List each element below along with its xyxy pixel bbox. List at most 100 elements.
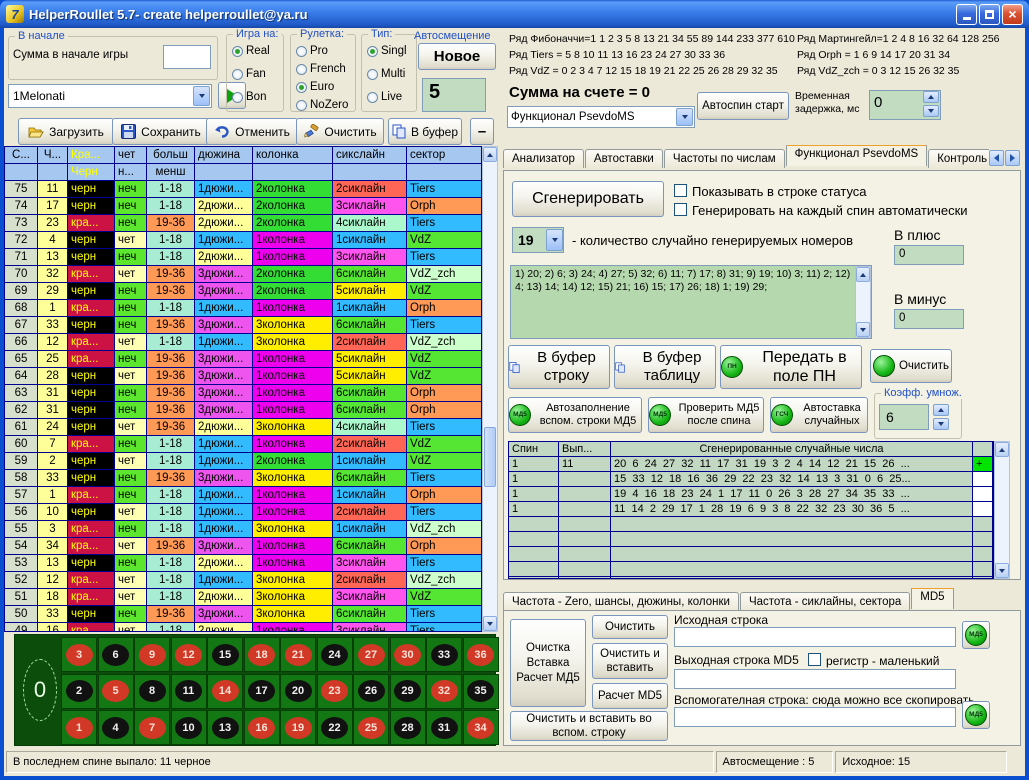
check-md5-button[interactable]: МД5 Проверить МД5 после спина bbox=[648, 397, 764, 433]
generated-numbers-textarea[interactable]: 1) 20; 2) 6; 3) 24; 4) 27; 5) 32; 6) 11;… bbox=[510, 265, 872, 339]
main-tab-2[interactable]: Частоты по числам bbox=[664, 149, 785, 168]
history-row[interactable]: 5212кра...чет1-181дюжи...3колонка2сиклай… bbox=[5, 572, 481, 589]
history-row[interactable]: 5033черннеч19-363дюжи...3колонка6сиклайн… bbox=[5, 606, 481, 623]
radio-option-fan[interactable]: Fan bbox=[232, 68, 266, 80]
history-row[interactable]: 592чернчет1-181дюжи...2колонка1сиклайнVd… bbox=[5, 453, 481, 470]
spins-row[interactable]: 115 33 12 18 16 36 29 22 23 32 14 13 3 3… bbox=[509, 472, 993, 487]
load-button[interactable]: Загрузить bbox=[18, 118, 114, 145]
generate-button[interactable]: Сгенерировать bbox=[512, 181, 664, 217]
scroll-up-button[interactable] bbox=[995, 442, 1009, 457]
scroll-down-button[interactable] bbox=[483, 616, 497, 631]
board-number-16[interactable]: 16 bbox=[244, 710, 280, 745]
history-row[interactable]: 7417черннеч1-182дюжи...2колонка3сиклайнO… bbox=[5, 198, 481, 215]
board-zero[interactable]: 0 bbox=[23, 659, 57, 721]
board-number-10[interactable]: 10 bbox=[171, 710, 207, 745]
spins-row[interactable] bbox=[509, 577, 993, 579]
board-number-31[interactable]: 31 bbox=[426, 710, 462, 745]
history-row[interactable]: 5833черннеч19-363дюжи...3колонка6сиклайн… bbox=[5, 470, 481, 487]
board-number-14[interactable]: 14 bbox=[207, 674, 243, 709]
board-number-27[interactable]: 27 bbox=[353, 637, 389, 672]
board-number-3[interactable]: 3 bbox=[61, 637, 97, 672]
radio-option-live[interactable]: Live bbox=[367, 91, 402, 103]
board-number-30[interactable]: 30 bbox=[390, 637, 426, 672]
board-number-1[interactable]: 1 bbox=[61, 710, 97, 745]
board-number-25[interactable]: 25 bbox=[353, 710, 389, 745]
autofill-md5-button[interactable]: МД5 Автозаполнение вспом. строки МД5 bbox=[508, 397, 642, 433]
history-row[interactable]: 7113черннеч1-182дюжи...1колонка3сиклайнT… bbox=[5, 249, 481, 266]
md5-clear-paste-aux-button[interactable]: Очистить и вставить во вспом. строку bbox=[510, 711, 668, 741]
undo-button[interactable]: Отменить bbox=[206, 118, 298, 145]
preset-dropdown-button[interactable] bbox=[193, 86, 210, 106]
md5-run-source-button[interactable]: МД5 bbox=[962, 621, 990, 649]
scrollbar-thumb[interactable] bbox=[484, 427, 496, 487]
multiplier-down-button[interactable] bbox=[933, 418, 949, 430]
multiplier-value[interactable]: 6 bbox=[879, 404, 929, 430]
history-row[interactable]: 6525кра...неч19-363дюжи...1колонка5сикла… bbox=[5, 351, 481, 368]
board-number-9[interactable]: 9 bbox=[134, 637, 170, 672]
board-number-19[interactable]: 19 bbox=[280, 710, 316, 745]
minimize-button[interactable] bbox=[956, 4, 977, 25]
history-row[interactable]: 4916кра...чет1-182дюжи...1колонка3сиклай… bbox=[5, 623, 481, 632]
scroll-down-button[interactable] bbox=[995, 563, 1009, 578]
board-number-32[interactable]: 32 bbox=[426, 674, 462, 709]
history-row[interactable]: 681кра...неч1-181дюжи...1колонка1сиклайн… bbox=[5, 300, 481, 317]
freq-tab-2[interactable]: MD5 bbox=[911, 588, 953, 609]
send-to-pn-button[interactable]: ПН Передать в поле ПН bbox=[720, 345, 862, 389]
history-row[interactable]: 724чернчет1-181дюжи...1колонка1сиклайнVd… bbox=[5, 232, 481, 249]
radio-option-multi[interactable]: Multi bbox=[367, 68, 405, 80]
spins-row[interactable] bbox=[509, 547, 993, 562]
history-scrollbar[interactable] bbox=[482, 146, 498, 632]
board-number-23[interactable]: 23 bbox=[317, 674, 353, 709]
board-number-22[interactable]: 22 bbox=[317, 710, 353, 745]
board-number-11[interactable]: 11 bbox=[171, 674, 207, 709]
history-row[interactable]: 6929черннеч19-363дюжи...2колонка5сиклайн… bbox=[5, 283, 481, 300]
board-number-34[interactable]: 34 bbox=[463, 710, 499, 745]
start-sum-input[interactable] bbox=[163, 45, 211, 69]
main-tab-0[interactable]: Анализатор bbox=[503, 149, 584, 168]
autospin-start-button[interactable]: Автоспин старт bbox=[697, 92, 789, 120]
lowercase-checkbox[interactable] bbox=[808, 653, 821, 666]
history-row[interactable]: 5118кра...чет1-182дюжи...3колонка3сиклай… bbox=[5, 589, 481, 606]
copy-buffer-button[interactable]: В буфер bbox=[388, 118, 462, 145]
main-tab-3[interactable]: Функционал PsevdoMS bbox=[786, 145, 928, 166]
board-number-4[interactable]: 4 bbox=[98, 710, 134, 745]
freq-tab-0[interactable]: Частота - Zero, шансы, дюжины, колонки bbox=[503, 592, 739, 611]
scroll-up-button[interactable] bbox=[856, 267, 870, 282]
spins-row[interactable] bbox=[509, 562, 993, 577]
history-row[interactable]: 553кра...неч1-181дюжи...3колонка1сиклайн… bbox=[5, 521, 481, 538]
delay-down-button[interactable] bbox=[923, 105, 939, 117]
radio-option-bon[interactable]: Bon bbox=[232, 91, 266, 103]
autobet-random-button[interactable]: ГСЧ Автоставка случайных bbox=[770, 397, 868, 433]
count-dropdown-button[interactable] bbox=[546, 229, 563, 251]
history-row[interactable]: 571кра...неч1-181дюжи...1колонка1сиклайн… bbox=[5, 487, 481, 504]
board-number-6[interactable]: 6 bbox=[98, 637, 134, 672]
preset-combobox[interactable]: 1Melonati bbox=[8, 84, 212, 108]
clear-button[interactable]: Очистить bbox=[296, 118, 384, 145]
radio-option-french[interactable]: French bbox=[296, 63, 346, 75]
auto-generate-checkbox[interactable] bbox=[674, 203, 687, 216]
history-row[interactable]: 5313черннеч1-182дюжи...1колонка3сиклайнT… bbox=[5, 555, 481, 572]
spins-scrollbar[interactable] bbox=[994, 441, 1010, 579]
radio-option-singl[interactable]: Singl bbox=[367, 45, 407, 57]
md5-source-input[interactable] bbox=[674, 627, 956, 647]
show-status-checkbox[interactable] bbox=[674, 184, 687, 197]
buffer-table-button[interactable]: В буфер таблицу bbox=[614, 345, 716, 389]
spins-row[interactable]: 111 14 2 29 17 1 28 19 6 9 3 8 22 32 23 … bbox=[509, 502, 993, 517]
board-number-7[interactable]: 7 bbox=[134, 710, 170, 745]
new-offset-button[interactable]: Новое bbox=[418, 43, 496, 70]
md5-big-button[interactable]: Очистка Вставка Расчет МД5 bbox=[510, 619, 586, 707]
md5-run-aux-button[interactable]: МД5 bbox=[962, 701, 990, 729]
spins-row[interactable]: 119 4 16 18 23 24 1 17 11 0 26 3 28 27 3… bbox=[509, 487, 993, 502]
board-number-12[interactable]: 12 bbox=[171, 637, 207, 672]
board-number-18[interactable]: 18 bbox=[244, 637, 280, 672]
mode-dropdown-button[interactable] bbox=[676, 108, 693, 126]
board-number-20[interactable]: 20 bbox=[280, 674, 316, 709]
board-number-33[interactable]: 33 bbox=[426, 637, 462, 672]
history-row[interactable]: 5434кра...чет19-363дюжи...1колонка6сикла… bbox=[5, 538, 481, 555]
history-row[interactable]: 6331черннеч19-363дюжи...1колонка6сиклайн… bbox=[5, 385, 481, 402]
tabs-scroll-left-button[interactable] bbox=[989, 150, 1004, 166]
history-row[interactable]: 6231черннеч19-363дюжи...1колонка6сиклайн… bbox=[5, 402, 481, 419]
board-number-15[interactable]: 15 bbox=[207, 637, 243, 672]
history-row[interactable]: 6428чернчет19-363дюжи...1колонка5сиклайн… bbox=[5, 368, 481, 385]
delay-up-button[interactable] bbox=[923, 91, 939, 103]
